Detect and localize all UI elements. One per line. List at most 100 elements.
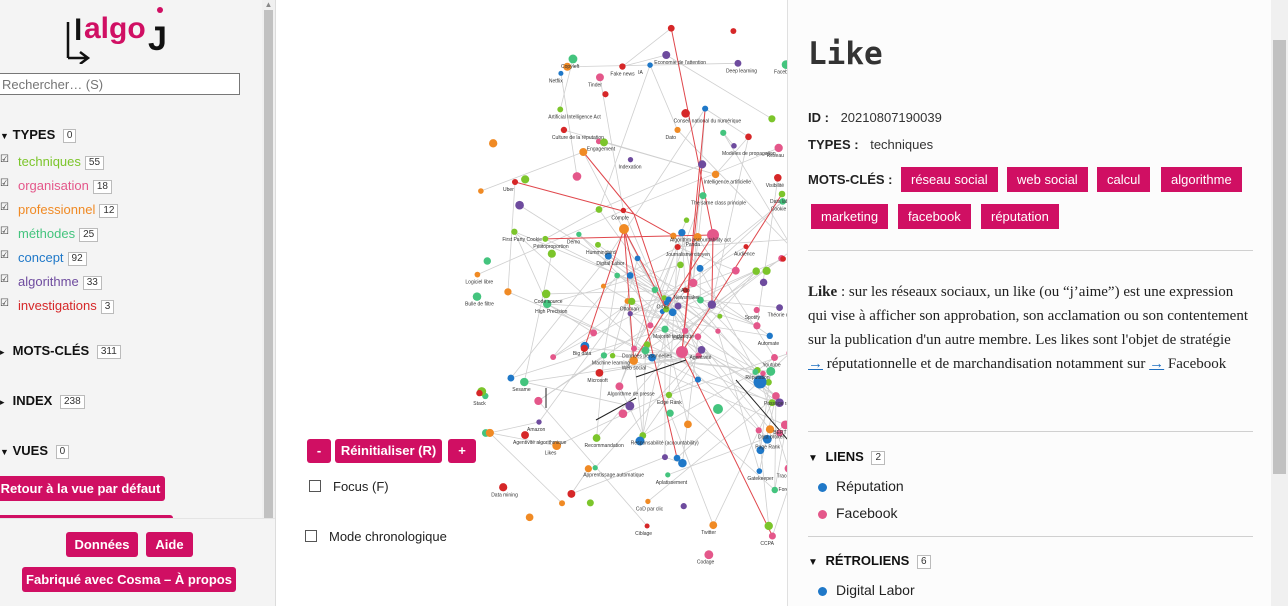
graph-node[interactable]: [694, 376, 702, 383]
graph-node[interactable]: [567, 489, 576, 498]
graph-node[interactable]: [680, 503, 687, 510]
graph-node[interactable]: [645, 498, 651, 505]
graph-node[interactable]: [647, 322, 654, 329]
checkbox-icon[interactable]: ☑: [0, 226, 9, 238]
zoom-in-button[interactable]: +: [448, 439, 476, 463]
graph-node[interactable]: [472, 292, 482, 301]
graph-node[interactable]: [511, 228, 518, 235]
graph-node[interactable]: [628, 297, 636, 306]
graph-node[interactable]: [771, 486, 779, 494]
graph-node[interactable]: [759, 278, 768, 287]
graph-node[interactable]: [619, 224, 629, 234]
keyword-tag[interactable]: calcul: [1097, 167, 1151, 192]
type-filter-4[interactable]: ☑ concept 92: [0, 250, 87, 266]
graph-node[interactable]: [485, 428, 494, 437]
graph-node[interactable]: [753, 306, 760, 314]
graph-node[interactable]: [520, 377, 529, 387]
graph-node[interactable]: [683, 217, 690, 223]
graph-node[interactable]: [755, 427, 762, 434]
graph-node[interactable]: [600, 283, 607, 289]
graph-node[interactable]: [627, 156, 634, 163]
graph-node[interactable]: [764, 521, 773, 531]
reset-view-button[interactable]: Retour à la vue par défaut: [0, 476, 165, 501]
graph-node[interactable]: [600, 352, 608, 359]
graph-node[interactable]: [559, 500, 566, 507]
description-link-reputation[interactable]: →: [808, 356, 823, 372]
graph-canvas[interactable]: Pétitoproportion Engagement Culture de la …: [276, 0, 788, 606]
record-link-item[interactable]: Digital Labor: [818, 582, 915, 598]
graph-node[interactable]: [504, 288, 512, 296]
graph-node[interactable]: [584, 465, 593, 473]
search-input[interactable]: [0, 73, 240, 95]
graph-node[interactable]: [734, 59, 742, 67]
graph-node[interactable]: [644, 523, 650, 529]
graph-node[interactable]: [634, 255, 641, 262]
graph-node[interactable]: [674, 302, 682, 310]
graph-node[interactable]: [550, 354, 557, 361]
description-link-facebook[interactable]: →: [1149, 356, 1164, 372]
menu-scrollbar-thumb[interactable]: [264, 10, 273, 518]
scroll-up-icon[interactable]: ▲: [262, 0, 275, 10]
index-section-toggle[interactable]: ▸ INDEX 238: [0, 393, 85, 409]
graph-node[interactable]: [678, 458, 687, 468]
graph-node[interactable]: [666, 409, 674, 417]
graph-node[interactable]: [674, 126, 681, 134]
graph-node[interactable]: [771, 354, 778, 361]
graph-node[interactable]: [590, 329, 598, 337]
types-section-toggle[interactable]: ▼ TYPES 0: [0, 127, 77, 143]
graph-node[interactable]: [478, 188, 484, 194]
graph-node[interactable]: [711, 170, 720, 179]
graph-node[interactable]: [731, 266, 740, 275]
graph-node[interactable]: [752, 369, 759, 375]
graph-node[interactable]: [542, 235, 549, 242]
keyword-tag[interactable]: web social: [1007, 167, 1088, 192]
graph-node[interactable]: [684, 420, 692, 429]
graph-node[interactable]: [743, 244, 749, 250]
graph-node[interactable]: [631, 345, 637, 352]
focus-checkbox[interactable]: [309, 480, 321, 492]
graph-node[interactable]: [474, 271, 481, 278]
graph-node[interactable]: [662, 51, 671, 59]
graph-node[interactable]: [688, 278, 698, 288]
graph-node[interactable]: [702, 105, 709, 112]
checkbox-icon[interactable]: ☑: [0, 298, 9, 310]
graph-node[interactable]: [674, 244, 681, 251]
graph-node[interactable]: [698, 160, 707, 169]
graph-node[interactable]: [595, 73, 604, 82]
graph-node[interactable]: [676, 346, 688, 358]
graph-node[interactable]: [730, 28, 737, 34]
keyword-tag[interactable]: facebook: [898, 204, 971, 229]
record-scrollbar-thumb[interactable]: [1273, 40, 1286, 474]
graph-node[interactable]: [774, 174, 782, 182]
graph-node[interactable]: [681, 109, 690, 118]
graph-node[interactable]: [651, 286, 659, 294]
graph-node[interactable]: [609, 352, 616, 359]
keyword-tag[interactable]: réputation: [981, 204, 1059, 229]
graph-node[interactable]: [483, 257, 491, 265]
type-filter-0[interactable]: ☑ techniques 55: [0, 154, 105, 170]
graph-node[interactable]: [707, 300, 717, 309]
keyword-tag[interactable]: marketing: [811, 204, 889, 229]
type-filter-1[interactable]: ☑ organisation 18: [0, 178, 112, 194]
graph-node[interactable]: [766, 332, 773, 340]
graph-node[interactable]: [547, 249, 556, 258]
views-section-toggle[interactable]: ▼ VUES 0: [0, 443, 70, 459]
type-filter-3[interactable]: ☑ méthodes 25: [0, 226, 99, 242]
graph-node[interactable]: [489, 139, 498, 148]
graph-node[interactable]: [595, 241, 601, 248]
graph-node[interactable]: [665, 391, 673, 399]
graph-node[interactable]: [678, 228, 686, 237]
graph-view[interactable]: Pétitoproportion Engagement Culture de la …: [276, 0, 788, 606]
data-button[interactable]: Données: [66, 532, 138, 557]
record-link-item[interactable]: Facebook: [818, 505, 897, 521]
graph-node[interactable]: [704, 550, 714, 560]
graph-node[interactable]: [713, 404, 723, 414]
graph-node[interactable]: [720, 129, 727, 136]
reset-zoom-button[interactable]: Réinitialiser (R): [335, 439, 442, 463]
graph-node[interactable]: [619, 63, 626, 70]
graph-node[interactable]: [476, 389, 483, 397]
graph-node[interactable]: [499, 483, 508, 492]
about-button[interactable]: Fabriqué avec Cosma – À propos: [22, 567, 236, 592]
checkbox-icon[interactable]: ☑: [0, 274, 9, 286]
graph-node[interactable]: [667, 24, 675, 32]
